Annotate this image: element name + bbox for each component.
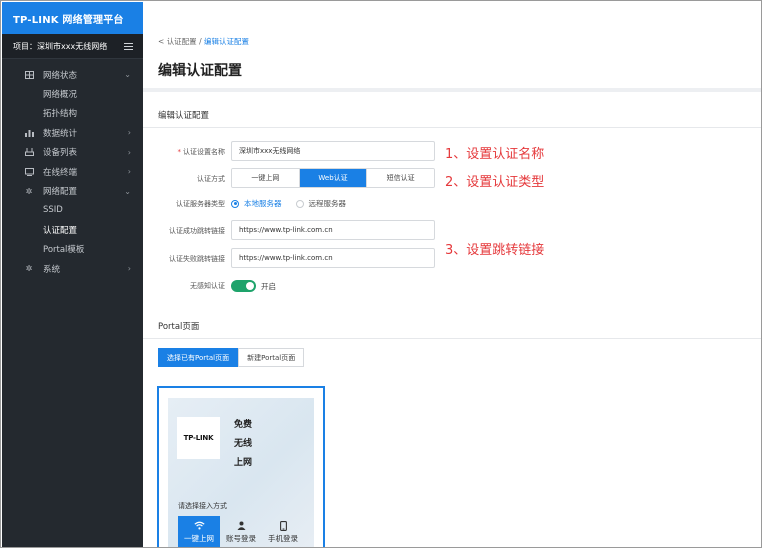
breadcrumb: < 认证配置 / 编辑认证配置 [158,36,249,47]
chevron-down-icon: ⌄ [124,186,131,196]
server-type-label: 认证服务器类型 [176,200,225,208]
tab-existing-portal[interactable]: 选择已有Portal页面 [158,348,239,367]
project-selector[interactable]: 项目：深圳市xxx无线网络 [2,34,143,59]
method-option-web[interactable]: Web认证 [299,169,368,187]
chevron-right-icon: › [127,147,131,157]
portal-section-title: Portal页面 [158,322,200,332]
success-url-label: 认证成功跳转链接 [169,227,225,235]
back-icon[interactable]: < [158,37,164,46]
success-url-input[interactable]: https://www.tp-link.com.cn [231,220,435,240]
gear-icon: ✲ [25,264,33,274]
free-wifi-text: 免费 无线 上网 [234,420,253,468]
sidebar-item-label: 网络配置 [43,187,78,198]
sidebar-item-label: 系统 [43,264,61,275]
gear-icon: ✲ [25,186,33,196]
sidebar-item-portal-template[interactable]: Portal模板 [2,240,143,259]
terminal-icon [24,167,34,177]
login-phone[interactable]: 手机登录 [262,516,304,547]
sidebar-item-network-status[interactable]: 网络状态 ⌄ [2,65,143,84]
annotation-1: 1、设置认证名称 [445,147,545,162]
radio-local-label[interactable]: 本地服务器 [244,198,282,209]
required-mark: * [177,148,182,156]
sidebar-item-statistics[interactable]: 数据统计 › [2,123,143,142]
chevron-down-icon: ⌄ [124,70,131,80]
page-title: 编辑认证配置 [158,63,242,79]
user-icon [237,520,246,531]
choose-access-text: 请选择接入方式 [178,502,227,510]
chevron-right-icon: › [127,128,131,138]
page-header: < 认证配置 / 编辑认证配置 编辑认证配置 [143,2,761,92]
seamless-state: 开启 [261,282,276,291]
sidebar-item-device-list[interactable]: 设备列表 › [2,143,143,162]
radio-local-server[interactable] [231,199,239,208]
sidebar-item-network-config[interactable]: ✲ 网络配置 ⌄ [2,181,143,200]
sidebar: TP-LINK 网络管理平台 项目：深圳市xxx无线网络 网络状态 ⌄ 网络概况… [2,2,143,547]
sidebar-item-topology[interactable]: 拓扑结构 [2,104,143,123]
device-icon [24,147,34,157]
bar-chart-icon [24,128,34,138]
main-content: < 认证配置 / 编辑认证配置 编辑认证配置 编辑认证配置 * 认证设置名称 深圳… [143,2,761,547]
breadcrumb-parent[interactable]: 认证配置 [167,37,197,46]
breadcrumb-current: 编辑认证配置 [204,37,249,46]
login-account[interactable]: 账号登录 [220,516,262,547]
form-section-title: 编辑认证配置 [158,111,210,121]
section-divider [143,338,761,339]
sidebar-item-online-terminals[interactable]: 在线终端 › [2,162,143,181]
sidebar-item-ssid[interactable]: SSID [2,201,143,220]
annotation-2: 2、设置认证类型 [445,175,545,190]
seamless-toggle[interactable] [231,280,256,292]
sidebar-nav: 网络状态 ⌄ 网络概况 拓扑结构 数据统计 › 设备列表 › 在线终端 › ✲ … [2,65,143,278]
tab-new-portal[interactable]: 新建Portal页面 [238,348,305,367]
auth-method-segmented: 一键上网 Web认证 短信认证 [231,168,435,188]
portal-preview-screen: TP-LINK 免费 无线 上网 请选择接入方式 一键上网 账号登录 手机登录 [168,398,314,547]
app-window: TP-LINK 网络管理平台 项目：深圳市xxx无线网络 网络状态 ⌄ 网络概况… [0,0,762,548]
radio-remote-label[interactable]: 远程服务器 [309,198,347,209]
chevron-right-icon: › [127,167,131,177]
login-one-click[interactable]: 一键上网 [178,516,220,547]
tplink-logo: TP-LINK [177,417,220,459]
sidebar-item-auth-config[interactable]: 认证配置 [2,220,143,239]
sidebar-item-label: 设备列表 [43,148,78,159]
portal-preview-card[interactable]: TP-LINK 免费 无线 上网 请选择接入方式 一键上网 账号登录 手机登录 [157,386,325,547]
wifi-icon [193,520,205,531]
sidebar-item-label: 数据统计 [43,128,78,139]
menu-icon[interactable] [124,42,133,50]
name-label: * 认证设置名称 [177,148,226,156]
method-option-one-click[interactable]: 一键上网 [232,169,300,187]
radio-remote-server[interactable] [295,199,304,208]
project-name: 项目：深圳市xxx无线网络 [13,41,108,51]
sidebar-item-network-overview[interactable]: 网络概况 [2,84,143,103]
method-option-sms[interactable]: 短信认证 [367,169,434,187]
seamless-label: 无感知认证 [190,282,225,290]
sidebar-item-label: 在线终端 [43,167,78,178]
breadcrumb-separator: / [199,37,202,46]
phone-icon [279,520,287,531]
fail-url-input[interactable]: https://www.tp-link.com.cn [231,248,435,268]
login-options: 一键上网 账号登录 手机登录 [178,516,304,547]
sidebar-item-system[interactable]: ✲ 系统 › [2,259,143,278]
grid-icon [24,70,34,80]
server-type-radios: 本地服务器 远程服务器 [231,198,346,209]
method-label: 认证方式 [197,175,225,183]
annotation-3: 3、设置跳转链接 [445,243,545,258]
auth-name-input[interactable]: 深圳市xxx无线网络 [231,141,435,161]
fail-url-label: 认证失败跳转链接 [169,255,225,263]
section-divider [143,127,761,128]
portal-tabs: 选择已有Portal页面 新建Portal页面 [158,348,305,367]
brand-logo: TP-LINK 网络管理平台 [2,2,143,34]
chevron-right-icon: › [127,264,131,274]
sidebar-item-label: 网络状态 [43,70,78,81]
